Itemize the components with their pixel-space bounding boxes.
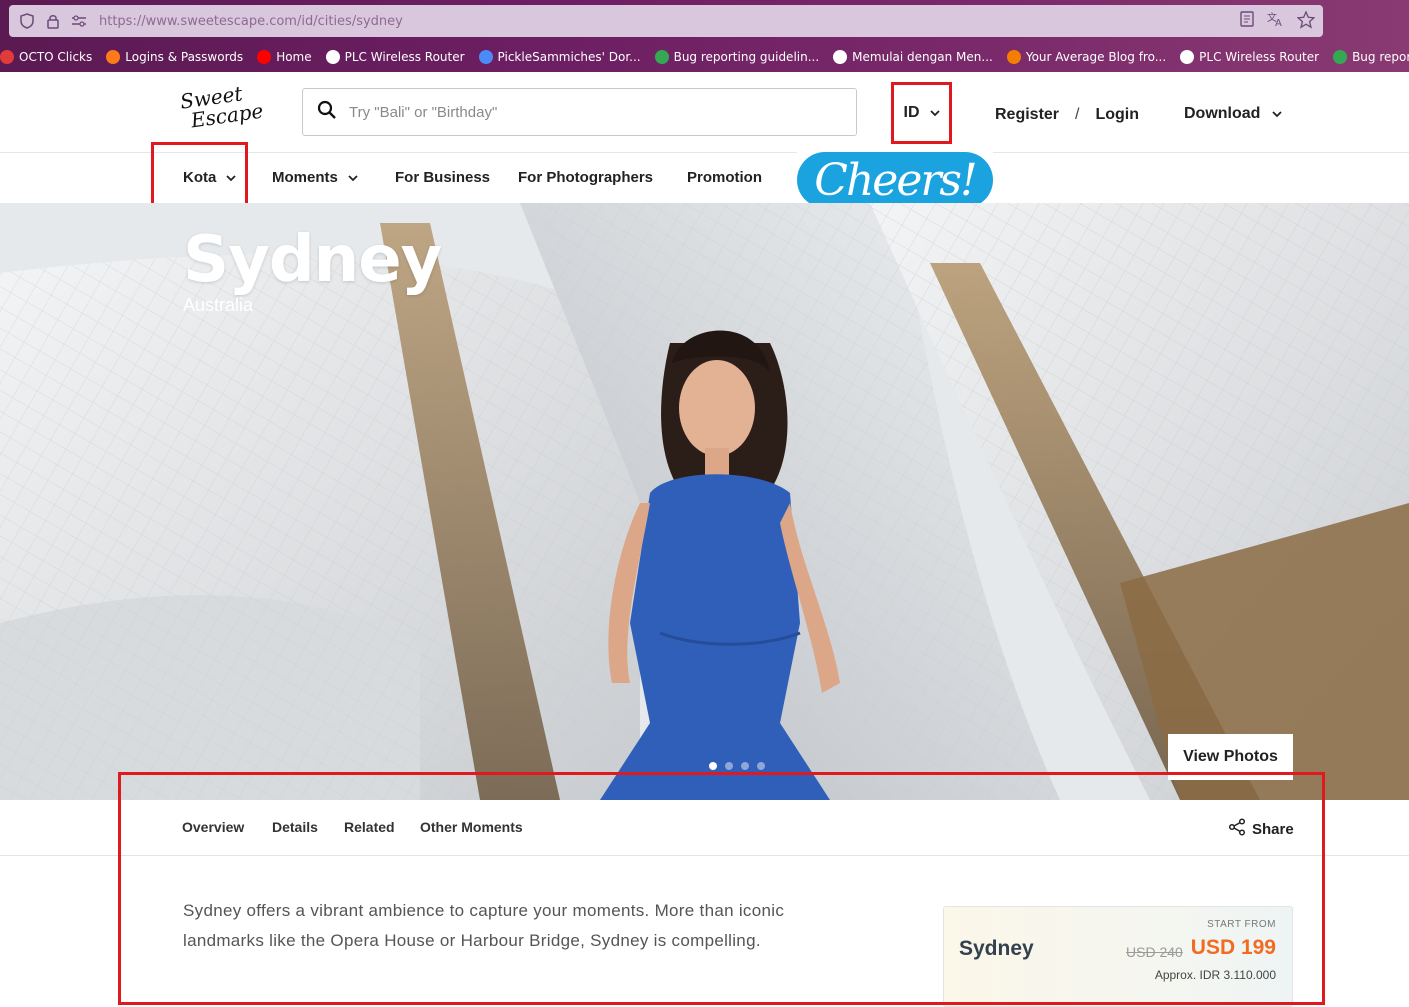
section-tabs: Overview Details Related Other Moments S…: [0, 800, 1409, 856]
price-card-city: Sydney: [959, 937, 1034, 960]
bookmark-icon: [325, 50, 340, 64]
bookmarks-bar: OCTO Clicks Logins & Passwords Home PLC Wir…: [0, 44, 1409, 70]
bookmark-item[interactable]: Your Average Blog fro...: [1006, 50, 1167, 64]
download-menu[interactable]: Download: [1184, 105, 1283, 123]
bookmark-item[interactable]: Home: [257, 50, 312, 64]
bookmark-label: Bug reporting guidelin...: [1352, 50, 1409, 64]
current-price: USD 199: [1190, 936, 1276, 959]
shield-icon[interactable]: [19, 13, 35, 29]
start-from-label: START FROM: [1207, 919, 1276, 930]
nav-promotion[interactable]: Promotion: [687, 169, 762, 186]
bookmark-icon: [478, 50, 493, 64]
bookmark-icon: [257, 50, 272, 64]
old-price: USD 240: [1126, 944, 1183, 960]
bookmark-icon: [1180, 50, 1195, 64]
bookmark-item[interactable]: PLC Wireless Router: [1180, 50, 1319, 64]
chevron-down-icon: [348, 169, 358, 186]
site-header: Sweet Escape ID Register / Login Downloa…: [0, 72, 1409, 153]
search-input[interactable]: [349, 103, 829, 121]
bookmark-icon: [654, 50, 669, 64]
nav-for-photographers[interactable]: For Photographers: [518, 169, 653, 186]
bookmark-item[interactable]: Memulai dengan Men...: [833, 50, 993, 64]
nav-for-business[interactable]: For Business: [395, 169, 490, 186]
nav-kota[interactable]: Kota: [183, 169, 236, 186]
download-label: Download: [1184, 105, 1261, 122]
tab-overview[interactable]: Overview: [182, 819, 244, 835]
bookmark-icon: [106, 50, 121, 64]
hero-banner: Sydney Australia View Photos: [0, 203, 1409, 800]
hero-subtitle: Australia: [183, 295, 254, 315]
tab-other-moments[interactable]: Other Moments: [420, 819, 523, 835]
register-link[interactable]: Register: [995, 106, 1059, 124]
bookmark-icon: [1006, 50, 1021, 64]
language-selector[interactable]: ID: [891, 82, 952, 144]
lock-icon[interactable]: [45, 13, 61, 29]
share-icon: [1228, 818, 1246, 840]
address-bar[interactable]: https://www.sweetescape.com/id/cities/sy…: [9, 5, 1323, 37]
share-label: Share: [1252, 820, 1294, 838]
sweetescape-logo[interactable]: Sweet Escape: [179, 81, 267, 142]
login-link[interactable]: Login: [1095, 106, 1139, 124]
bookmark-label: PLC Wireless Router: [344, 50, 465, 64]
carousel-dot[interactable]: [757, 762, 765, 770]
nav-moments-label: Moments: [272, 169, 338, 186]
permissions-icon[interactable]: [71, 13, 87, 29]
nav-kota-label: Kota: [183, 169, 217, 186]
reader-view-icon[interactable]: [1239, 11, 1255, 34]
bookmark-item[interactable]: Bug reporting guidelin...: [1333, 50, 1409, 64]
bookmark-item[interactable]: Logins & Passwords: [106, 50, 243, 64]
tab-related[interactable]: Related: [344, 819, 395, 835]
search-box[interactable]: [302, 88, 857, 136]
hero-title: Sydney: [183, 223, 442, 297]
bookmark-label: Logins & Passwords: [125, 50, 244, 64]
view-photos-button[interactable]: View Photos: [1168, 734, 1293, 780]
bookmark-icon: [833, 50, 848, 64]
translate-icon[interactable]: 文A: [1267, 11, 1285, 34]
url-text[interactable]: https://www.sweetescape.com/id/cities/sy…: [99, 14, 403, 29]
carousel-dot[interactable]: [741, 762, 749, 770]
bookmark-label: PLC Wireless Router: [1199, 50, 1320, 64]
main-nav: Kota Moments For Business For Photograph…: [0, 142, 1409, 213]
promo-banner[interactable]: Cheers!: [797, 152, 993, 210]
price-card[interactable]: Sydney START FROM USD 240 USD 199 Approx…: [943, 906, 1293, 1007]
bookmark-item[interactable]: OCTO Clicks: [0, 50, 92, 64]
bookmark-item[interactable]: Bug reporting guidelin...: [654, 50, 820, 64]
bookmark-label: OCTO Clicks: [19, 50, 93, 64]
approx-price: Approx. IDR 3.110.000: [1154, 968, 1276, 982]
tab-details[interactable]: Details: [272, 819, 318, 835]
nav-moments[interactable]: Moments: [272, 169, 358, 186]
browser-chrome: https://www.sweetescape.com/id/cities/sy…: [0, 0, 1409, 72]
chevron-down-icon: [1272, 105, 1283, 123]
bookmark-item[interactable]: PLC Wireless Router: [325, 50, 465, 64]
city-description: Sydney offers a vibrant ambience to capt…: [183, 901, 785, 950]
bookmark-label: Memulai dengan Men...: [852, 50, 993, 64]
svg-text:A: A: [1275, 18, 1282, 27]
share-button[interactable]: Share: [1228, 818, 1294, 840]
bookmark-label: PickleSammiches' Dor...: [497, 50, 641, 64]
star-icon[interactable]: [1296, 10, 1316, 34]
bookmark-icon: [1333, 50, 1348, 64]
carousel-dot[interactable]: [709, 762, 717, 770]
bookmark-icon: [0, 50, 14, 64]
promo-badge: Cheers!: [797, 152, 993, 208]
auth-separator: /: [1075, 106, 1080, 123]
language-label: ID: [903, 104, 920, 121]
bookmark-label: Home: [276, 50, 312, 64]
bookmark-label: Bug reporting guidelin...: [673, 50, 820, 64]
chevron-down-icon: [929, 104, 940, 122]
carousel-dot[interactable]: [725, 762, 733, 770]
search-icon[interactable]: [317, 100, 337, 125]
bookmark-item[interactable]: PickleSammiches' Dor...: [478, 50, 641, 64]
carousel-dots: [709, 762, 765, 770]
auth-links: Register / Login: [995, 106, 1139, 124]
bookmark-label: Your Average Blog fro...: [1025, 50, 1167, 64]
chevron-down-icon: [226, 169, 236, 186]
